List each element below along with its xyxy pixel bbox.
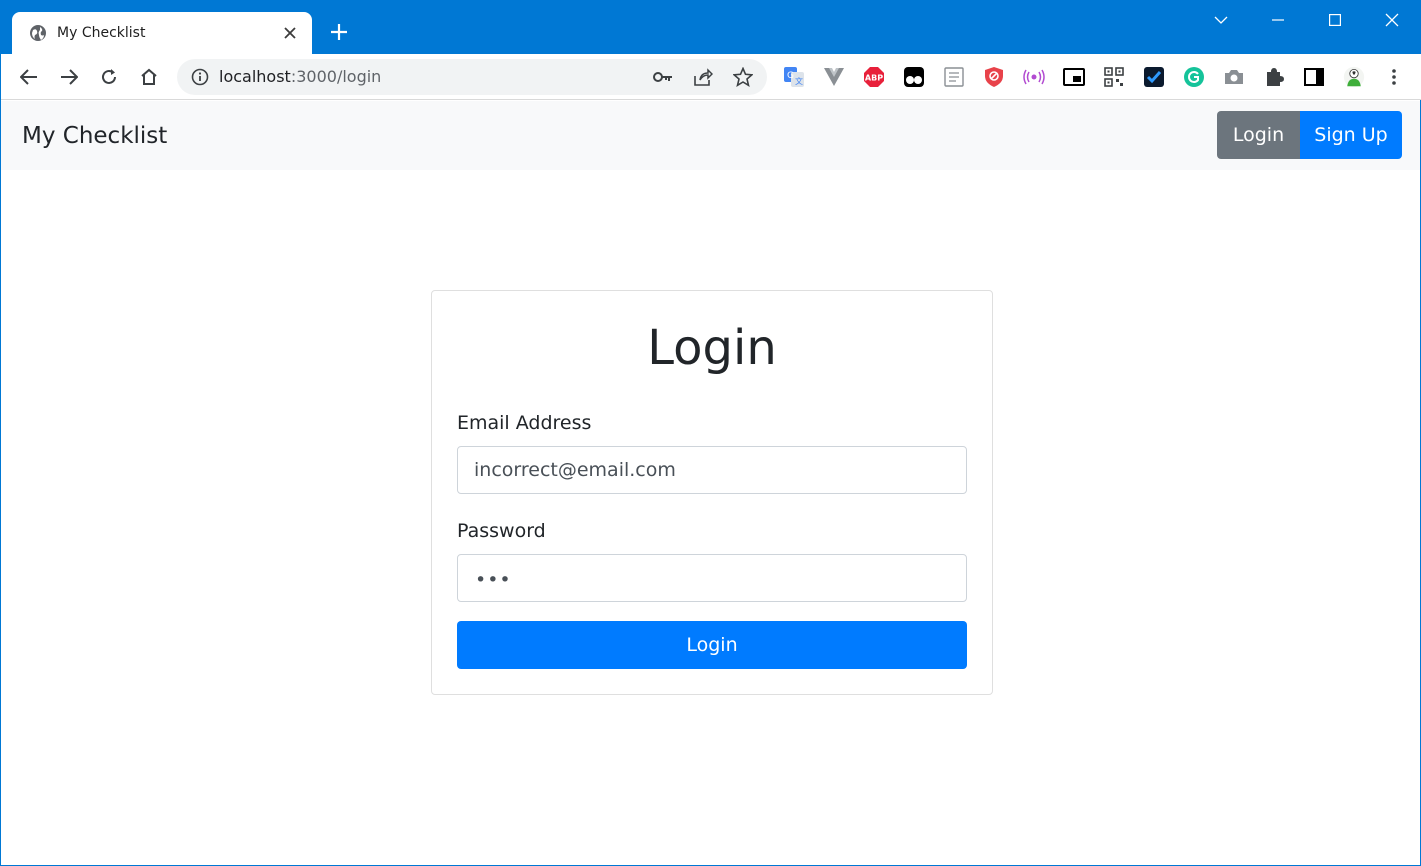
- picture-in-picture-icon[interactable]: [1063, 66, 1085, 88]
- password-mask: •••: [475, 569, 512, 591]
- grammarly-icon[interactable]: [1183, 66, 1205, 88]
- back-arrow-icon[interactable]: [15, 63, 43, 91]
- login-card: Login Email Address Password ••• Login: [431, 290, 993, 695]
- url-text: localhost:3000/login: [219, 67, 382, 86]
- forward-arrow-icon[interactable]: [55, 63, 83, 91]
- tab-title: My Checklist: [57, 25, 146, 41]
- close-tab-icon[interactable]: [280, 23, 300, 43]
- vue-devtools-icon[interactable]: [823, 66, 845, 88]
- email-label: Email Address: [457, 412, 592, 434]
- svg-text:ABP: ABP: [865, 74, 883, 83]
- browser-titlebar: My Checklist: [1, 0, 1421, 54]
- nav-login-button[interactable]: Login: [1217, 111, 1300, 159]
- globe-icon: [30, 25, 46, 41]
- login-submit-button[interactable]: Login: [457, 621, 967, 669]
- home-icon[interactable]: [135, 63, 163, 91]
- address-bar[interactable]: localhost:3000/login: [177, 59, 767, 95]
- privacy-shield-icon[interactable]: [983, 66, 1005, 88]
- side-panel-icon[interactable]: [1303, 66, 1325, 88]
- password-label: Password: [457, 520, 546, 542]
- key-icon[interactable]: [653, 67, 673, 87]
- password-field[interactable]: •••: [457, 554, 967, 602]
- maximize-icon[interactable]: [1322, 8, 1348, 32]
- svg-text:G: G: [787, 71, 794, 81]
- tab-search-chevron-icon[interactable]: [1208, 8, 1234, 32]
- close-window-icon[interactable]: [1379, 8, 1405, 32]
- app-navbar: My Checklist Login Sign Up: [1, 101, 1420, 170]
- bookmark-star-icon[interactable]: [733, 67, 753, 87]
- reload-icon[interactable]: [95, 63, 123, 91]
- more-menu-icon[interactable]: [1383, 66, 1405, 88]
- share-icon[interactable]: [693, 67, 713, 87]
- site-info-icon[interactable]: [191, 68, 209, 86]
- browser-toolbar: localhost:3000/login G文 ABP: [1, 54, 1421, 100]
- email-field[interactable]: [457, 446, 967, 494]
- browser-tab[interactable]: My Checklist: [12, 12, 312, 54]
- qr-code-icon[interactable]: [1103, 66, 1125, 88]
- camera-icon[interactable]: [1223, 66, 1245, 88]
- profile-avatar-icon[interactable]: [1343, 66, 1365, 88]
- new-tab-icon[interactable]: [326, 19, 352, 45]
- tampermonkey-icon[interactable]: [903, 66, 925, 88]
- brand-title[interactable]: My Checklist: [22, 121, 167, 151]
- google-translate-icon[interactable]: G文: [783, 66, 805, 88]
- checkmark-app-icon[interactable]: [1143, 66, 1165, 88]
- minimize-icon[interactable]: [1265, 8, 1291, 32]
- reader-icon[interactable]: [943, 66, 965, 88]
- svg-text:文: 文: [795, 76, 803, 86]
- login-title: Login: [647, 320, 777, 376]
- extensions-puzzle-icon[interactable]: [1263, 66, 1285, 88]
- adblock-plus-icon[interactable]: ABP: [863, 66, 885, 88]
- nav-signup-button[interactable]: Sign Up: [1300, 111, 1402, 159]
- broadcast-icon[interactable]: [1023, 66, 1045, 88]
